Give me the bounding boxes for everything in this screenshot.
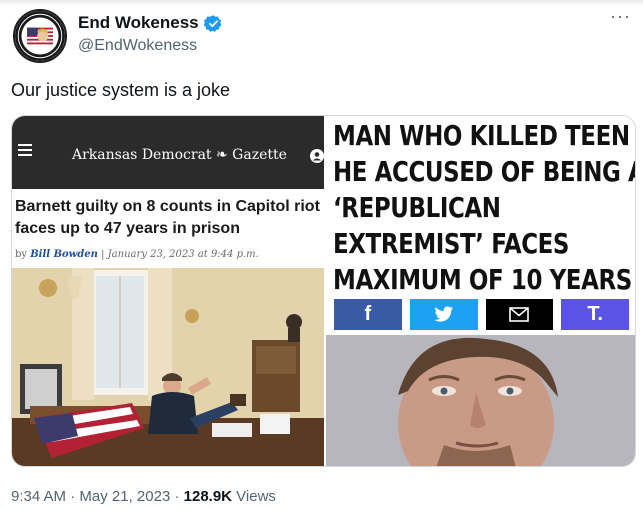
truth-share-button[interactable]: T. bbox=[561, 299, 629, 330]
twitter-bird-icon bbox=[434, 306, 453, 322]
right-headline-line: MAN WHO KILLED TEEN bbox=[333, 119, 630, 152]
byline-prefix: by bbox=[15, 249, 31, 260]
display-name[interactable]: End Wokeness bbox=[78, 13, 199, 33]
author-handle[interactable]: @EndWokeness bbox=[78, 37, 197, 55]
meta-separator: · bbox=[170, 488, 184, 505]
article-headline-line-1: Barnett guilty on 8 counts in Capitol ri… bbox=[15, 198, 320, 215]
tweet-time[interactable]: 9:34 AM bbox=[11, 488, 66, 505]
facebook-icon: f bbox=[364, 303, 372, 325]
right-headline-line: HE ACCUSED OF BEING A bbox=[333, 155, 636, 188]
envelope-icon bbox=[509, 307, 530, 322]
avatar[interactable] bbox=[13, 9, 67, 63]
truth-icon: T. bbox=[587, 303, 603, 325]
office-photo bbox=[12, 268, 324, 466]
article-byline: by Bill Bowden | January 23, 2023 at 9:4… bbox=[15, 249, 259, 260]
byline-date: January 23, 2023 at 9:44 p.m. bbox=[107, 249, 259, 260]
right-headline-line: ‘REPUBLICAN bbox=[333, 191, 501, 224]
email-share-button[interactable] bbox=[485, 299, 554, 330]
share-buttons: f T. bbox=[334, 299, 629, 330]
facebook-share-button[interactable]: f bbox=[334, 299, 402, 330]
right-headline-line: EXTREMIST’ FACES bbox=[333, 227, 570, 260]
right-media-image[interactable]: MAN WHO KILLED TEEN HE ACCUSED OF BEING … bbox=[326, 116, 636, 466]
tweet-meta: 9:34 AM · May 21, 2023 · 128.9K Views bbox=[11, 488, 276, 505]
hamburger-menu-icon bbox=[18, 144, 32, 156]
mugshot-photo bbox=[326, 335, 635, 466]
views-label: Views bbox=[232, 488, 276, 505]
tweet-text: Our justice system is a joke bbox=[11, 80, 231, 100]
left-media-image[interactable]: Arkansas Democrat ❧ Gazette Barnett guil… bbox=[12, 116, 327, 466]
tweet-date[interactable]: May 21, 2023 bbox=[79, 488, 170, 505]
top-edge bbox=[0, 0, 643, 6]
views-count[interactable]: 128.9K bbox=[184, 488, 232, 505]
avatar-badge-icon bbox=[15, 11, 65, 61]
author-name-row[interactable]: End Wokeness bbox=[78, 13, 223, 33]
twitter-share-button[interactable] bbox=[409, 299, 478, 330]
verified-badge-icon bbox=[203, 14, 222, 32]
article-headline-line-2: faces up to 47 years in prison bbox=[15, 220, 240, 237]
tweet-media[interactable]: Arkansas Democrat ❧ Gazette Barnett guil… bbox=[11, 115, 636, 467]
byline-separator: | bbox=[97, 249, 108, 260]
article-headline: Barnett guilty on 8 counts in Capitol ri… bbox=[15, 196, 327, 240]
newspaper-header: Arkansas Democrat ❧ Gazette bbox=[12, 116, 324, 189]
byline-author: Bill Bowden bbox=[30, 249, 98, 260]
right-headline: MAN WHO KILLED TEEN HE ACCUSED OF BEING … bbox=[333, 118, 636, 298]
newspaper-name: Arkansas Democrat ❧ Gazette bbox=[72, 147, 287, 163]
meta-separator: · bbox=[66, 488, 80, 505]
user-icon bbox=[310, 149, 324, 163]
more-options-icon[interactable]: ··· bbox=[610, 6, 631, 27]
right-headline-line: MAXIMUM OF 10 YEARS bbox=[333, 263, 632, 296]
